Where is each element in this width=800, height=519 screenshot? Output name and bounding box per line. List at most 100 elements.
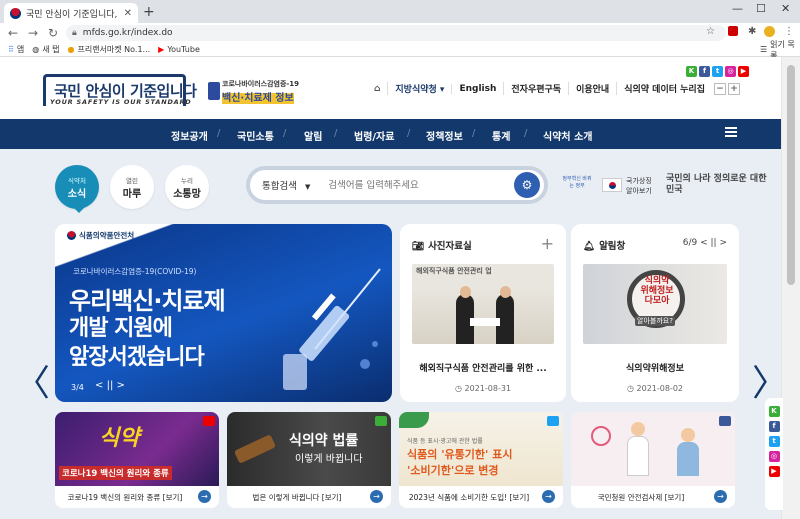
util-regional-office[interactable]: 지방식약청 ▾ bbox=[387, 82, 451, 95]
thumb-petition-label: 국민청원 안전검사제 [보기] bbox=[597, 493, 685, 502]
next-arrow-icon[interactable]: 〉 bbox=[752, 366, 788, 402]
go-arrow-icon[interactable]: → bbox=[714, 490, 727, 503]
back-icon[interactable]: ← bbox=[6, 26, 20, 40]
photo-more-icon[interactable]: + bbox=[541, 234, 554, 253]
quick-sns-small: 누리 bbox=[181, 176, 193, 185]
bookmark-youtube[interactable]: ▶ YouTube bbox=[158, 45, 200, 54]
thumb-law[interactable]: 식의약 법률 이렇게 바뀝니다 법은 이렇게 바뀝니다 [보기] → bbox=[227, 412, 391, 508]
quick-maru-small: 열린 bbox=[126, 176, 138, 185]
flag-icon[interactable] bbox=[602, 178, 622, 192]
nation-slogan-logo[interactable]: 국민의 나라 정의로운 대한민국 bbox=[666, 174, 768, 196]
banner-pause-icon[interactable]: || bbox=[107, 380, 114, 391]
nav-laws[interactable]: 법령/자료 bbox=[354, 128, 394, 143]
float-twitter-icon[interactable]: t bbox=[768, 436, 780, 447]
quick-open-maru[interactable]: 열린 마루 bbox=[110, 165, 154, 209]
nav-info-disclosure[interactable]: 정보공개 bbox=[171, 128, 208, 143]
notice-img-text: 식의약 위해정보 다모아 bbox=[640, 276, 674, 306]
person-head bbox=[681, 428, 695, 442]
nav-statistics[interactable]: 통계 bbox=[492, 128, 510, 143]
instagram-icon[interactable]: ◎ bbox=[725, 66, 736, 77]
go-arrow-icon[interactable]: → bbox=[370, 490, 383, 503]
search-settings-button[interactable]: ⚙ bbox=[514, 172, 540, 198]
thumb-expiry-label: 2023년 식품에 소비기한 도입! [보기] bbox=[408, 493, 530, 502]
util-email-subscribe[interactable]: 전자우편구독 bbox=[503, 82, 568, 95]
home-icon[interactable]: ⌂ bbox=[367, 84, 387, 94]
notice-pause-icon[interactable]: || bbox=[711, 238, 717, 248]
zoom-in-button[interactable]: + bbox=[728, 82, 740, 95]
banner-next-icon[interactable]: > bbox=[117, 380, 125, 391]
kakao-icon[interactable]: K bbox=[686, 66, 697, 77]
thumb-vaccine-image: 식약 코로나19 백신의 원리와 종류 bbox=[55, 412, 219, 486]
gov-innovation-logo[interactable]: 정부혁신 바뀌는 정부 bbox=[562, 176, 592, 190]
search-input[interactable] bbox=[328, 179, 469, 191]
util-english[interactable]: English bbox=[451, 83, 503, 94]
hamburger-menu-icon[interactable] bbox=[725, 127, 737, 137]
extensions-icon[interactable]: ✱ bbox=[748, 26, 756, 37]
go-arrow-icon[interactable]: → bbox=[198, 490, 211, 503]
notice-title[interactable]: 🔔︎ 알림창 bbox=[583, 238, 625, 252]
float-instagram-icon[interactable]: ◎ bbox=[768, 451, 780, 462]
youtube-icon: ▶ bbox=[158, 45, 165, 54]
twitter-icon[interactable]: t bbox=[712, 66, 723, 77]
float-kakao-icon[interactable]: K bbox=[768, 406, 780, 417]
thumb-vaccine[interactable]: 식약 코로나19 백신의 원리와 종류 코로나19 백신의 원리와 종류 [보기… bbox=[55, 412, 219, 508]
close-tab-icon[interactable]: ✕ bbox=[124, 8, 132, 19]
bookmark-freelancer[interactable]: ● 프리랜서마켓 No.1... bbox=[67, 44, 150, 55]
bookmarks-bar: ⠿ 앱 ◍ 새 탭 ● 프리랜서마켓 No.1... ▶ YouTube ☰ 읽기 목록 bbox=[0, 40, 800, 60]
youtube-badge-icon bbox=[203, 416, 215, 426]
twitter-badge-icon bbox=[547, 416, 559, 426]
browser-tabstrip: 국민 안심이 기준입니다, 식품의 ✕ + — ☐ ✕ bbox=[0, 0, 800, 23]
nav-policy[interactable]: 정책정보 bbox=[426, 128, 463, 143]
thumb-expiry[interactable]: 식품 등 표시·광고에 관한 법률 식품의 '유통기한' 표시 '소비기한'으로… bbox=[399, 412, 563, 508]
notice-caption[interactable]: 식의약위해정보 bbox=[571, 361, 739, 374]
quick-news[interactable]: 식약처 소식 bbox=[55, 165, 99, 209]
nav-about[interactable]: 식약처 소개 bbox=[543, 128, 592, 143]
bookmark-apps[interactable]: ⠿ 앱 bbox=[8, 44, 24, 55]
facebook-icon[interactable]: f bbox=[699, 66, 710, 77]
notice-prev-icon[interactable]: < bbox=[700, 238, 708, 248]
lock-icon[interactable]: 🔒︎ bbox=[72, 28, 77, 38]
thumb-petition[interactable]: 국민청원 안전검사제 [보기] → bbox=[571, 412, 735, 508]
star-icon[interactable]: ☆ bbox=[706, 26, 715, 37]
maximize-icon[interactable]: ☐ bbox=[756, 2, 766, 15]
notice-next-icon[interactable]: > bbox=[719, 238, 727, 248]
reload-icon[interactable]: ↻ bbox=[46, 26, 60, 40]
profile-avatar[interactable] bbox=[764, 26, 775, 37]
photo-thumbnail[interactable]: 해외직구식품 안전관리 업 bbox=[412, 264, 554, 344]
scrollbar-thumb[interactable] bbox=[787, 65, 795, 285]
blog-badge-icon bbox=[375, 416, 387, 426]
url-text: mfds.go.kr/index.do bbox=[82, 28, 173, 38]
util-guide[interactable]: 이용안내 bbox=[568, 82, 616, 95]
notice-thumbnail[interactable]: 식의약 위해정보 다모아 알아볼까요? bbox=[583, 264, 727, 344]
youtube-channel-icon[interactable]: ▶ bbox=[738, 66, 749, 77]
quick-sns[interactable]: 누리 소통망 bbox=[165, 165, 209, 209]
forward-icon[interactable]: → bbox=[26, 26, 40, 40]
search-category-select[interactable]: 통합검색 ▼ bbox=[262, 178, 310, 192]
minimize-icon[interactable]: — bbox=[732, 2, 743, 15]
url-field[interactable]: 🔒︎ mfds.go.kr/index.do bbox=[66, 25, 726, 41]
close-window-icon[interactable]: ✕ bbox=[781, 2, 790, 15]
covid-vaccine-link[interactable]: 코로나바이러스감염증-19 백신·치료제 정보 bbox=[208, 78, 308, 104]
national-symbol-link[interactable]: 국가상징 알아보기 bbox=[626, 176, 652, 196]
prev-arrow-icon[interactable]: 〈 bbox=[14, 366, 50, 402]
nav-notice[interactable]: 알림 bbox=[304, 128, 322, 143]
right-logos: 정부혁신 바뀌는 정부 국가상징 알아보기 국민의 나라 정의로운 대한민국 bbox=[562, 172, 772, 202]
new-tab-button[interactable]: + bbox=[143, 4, 155, 20]
float-youtube-icon[interactable]: ▶ bbox=[768, 466, 780, 477]
go-arrow-icon[interactable]: → bbox=[542, 490, 555, 503]
pdf-extension-icon[interactable] bbox=[728, 26, 738, 36]
zoom-out-button[interactable]: − bbox=[714, 82, 726, 95]
menu-icon[interactable]: ⋮ bbox=[784, 26, 794, 37]
hero-banner[interactable]: 식품의약품안전처 코로나바이러스감염증-19(COVID-19) 우리백신·치료… bbox=[55, 224, 392, 402]
page-scrollbar[interactable] bbox=[781, 57, 800, 519]
bookmark-new-tab[interactable]: ◍ 새 탭 bbox=[32, 44, 59, 55]
covid-line2: 백신·치료제 정보 bbox=[222, 93, 294, 104]
photo-gallery-title[interactable]: 📷︎ 사진자료실 bbox=[412, 238, 472, 252]
photo-caption[interactable]: 해외직구식품 안전관리를 위한 ... bbox=[400, 361, 566, 374]
util-data-portal[interactable]: 식의약 데이터 누리집 bbox=[616, 82, 712, 95]
nav-communication[interactable]: 국민소통 bbox=[237, 128, 274, 143]
browser-tab[interactable]: 국민 안심이 기준입니다, 식품의 ✕ bbox=[4, 3, 138, 23]
favicon-icon bbox=[10, 7, 21, 19]
float-facebook-icon[interactable]: f bbox=[768, 421, 780, 432]
banner-prev-icon[interactable]: < bbox=[95, 380, 103, 391]
